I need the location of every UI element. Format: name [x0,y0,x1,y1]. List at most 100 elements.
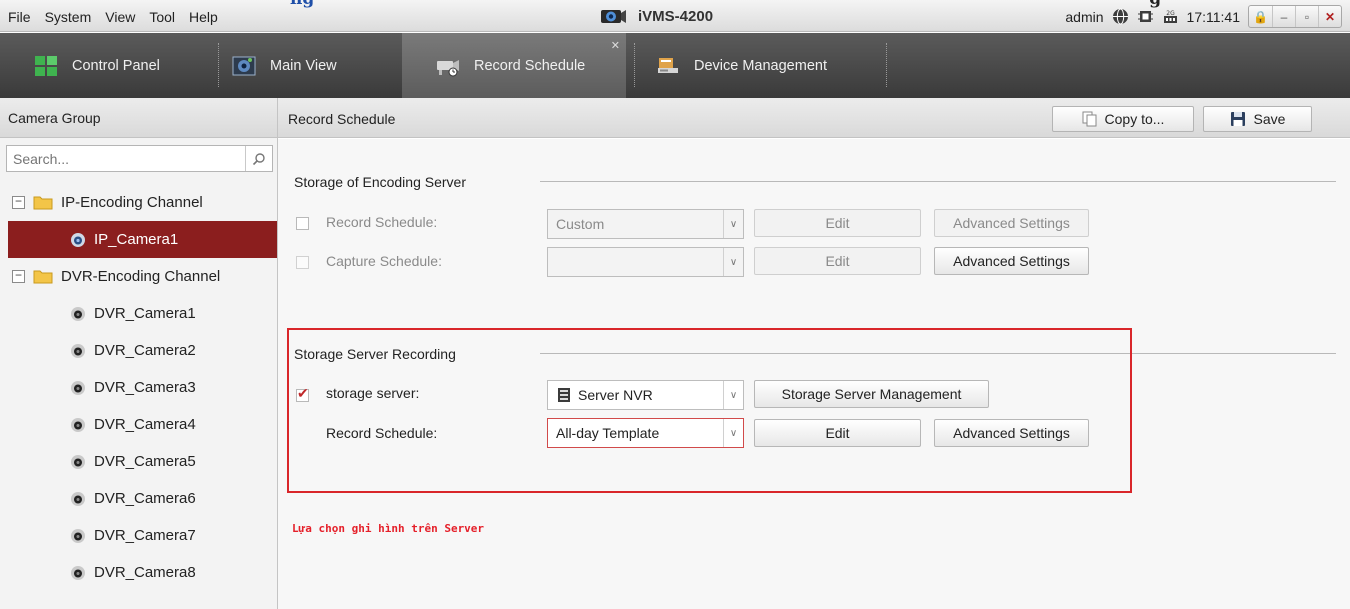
tree-camera-label: DVR_Camera8 [94,564,196,581]
tree-camera-dvr-camera4[interactable]: DVR_Camera4 [0,406,277,443]
user-name: admin [1065,8,1104,25]
tab-close-icon[interactable]: ✕ [611,39,620,52]
record-schedule-checkbox[interactable] [296,217,309,230]
tree-group-ip-encoding[interactable]: − IP-Encoding Channel [0,184,277,221]
device-management-icon [658,57,678,73]
tree-camera-label: DVR_Camera2 [94,342,196,359]
camera-group-title: Camera Group [0,98,277,138]
tab-label: Main View [270,57,337,74]
camera-icon [71,380,85,395]
window-controls: 🔒 – ▫ ✕ [1248,5,1342,28]
app-title-text: iVMS-4200 [638,7,714,25]
page-title: Record Schedule [288,111,396,127]
tree-camera-label: DVR_Camera7 [94,527,196,544]
tab-device-management[interactable]: Device Management [626,33,886,98]
search-icon[interactable] [245,146,272,171]
header-cutoff-text: ngg [290,0,1161,9]
record-schedule-header: Record Schedule Copy to... Save [278,98,1350,138]
app-title: iVMS-4200 [600,7,713,25]
tree-camera-dvr-camera5[interactable]: DVR_Camera5 [0,443,277,480]
memory-icon[interactable]: 2G [1162,8,1179,25]
tree-camera-dvr-camera8[interactable]: DVR_Camera8 [0,554,277,591]
camera-icon [71,417,85,432]
tree-camera-label: DVR_Camera1 [94,305,196,322]
capture-schedule-checkbox[interactable] [296,256,309,269]
tab-main-view[interactable]: Main View [202,33,402,98]
camera-icon [71,491,85,506]
section-divider [540,181,1336,182]
tree-camera-label: IP_Camera1 [94,231,179,248]
tab-record-schedule[interactable]: Record Schedule ✕ [402,33,626,98]
tree-camera-label: DVR_Camera6 [94,490,196,507]
collapse-icon[interactable]: − [12,269,25,283]
camera-icon [71,232,85,247]
tree-group-dvr-encoding[interactable]: − DVR-Encoding Channel [0,258,277,295]
record-schedule-label: Record Schedule: [326,214,438,230]
maximize-icon[interactable]: ▫ [1295,6,1318,27]
menu-file[interactable]: File [8,9,31,25]
tab-label: Device Management [694,57,827,74]
camera-logo-icon [601,10,626,23]
tree-camera-dvr-camera7[interactable]: DVR_Camera7 [0,517,277,554]
tab-control-panel[interactable]: Control Panel [0,33,202,98]
advanced-settings-button[interactable]: Advanced Settings [934,209,1089,237]
camera-group-panel: Camera Group − IP-Encoding Channel IP_Ca… [0,98,278,609]
main-view-icon [232,56,256,75]
tree-camera-dvr-camera3[interactable]: DVR_Camera3 [0,369,277,406]
save-button[interactable]: Save [1203,106,1312,132]
tab-label: Control Panel [72,57,160,74]
folder-icon [33,196,53,210]
clock: 17:11:41 [1186,8,1240,25]
menu-tool[interactable]: Tool [149,9,175,25]
minimize-icon[interactable]: – [1272,6,1295,27]
camera-icon [71,454,85,469]
cpu-icon[interactable] [1137,8,1154,25]
search-input[interactable] [7,146,237,171]
title-bar: ngg File System View Tool Help iVMS-4200… [0,0,1350,32]
menu-help[interactable]: Help [189,9,218,25]
module-tab-bar: Control Panel Main View Record Schedule … [0,33,1350,98]
chevron-down-icon[interactable]: ∨ [723,210,743,238]
control-panel-icon [35,55,57,76]
menu-system[interactable]: System [45,9,92,25]
copy-icon [1082,111,1097,127]
network-icon[interactable] [1112,8,1129,25]
save-label: Save [1253,111,1286,127]
record-schedule-icon [437,59,459,76]
tree-camera-label: DVR_Camera3 [94,379,196,396]
capture-schedule-label: Capture Schedule: [326,253,442,269]
collapse-icon[interactable]: − [12,195,25,209]
select-value: Custom [556,216,605,232]
camera-tree: − IP-Encoding Channel IP_Camera1 − DVR-E… [0,184,277,591]
tree-group-label: DVR-Encoding Channel [61,268,221,285]
record-schedule-select[interactable]: Custom ∨ [547,209,744,239]
tree-camera-label: DVR_Camera4 [94,416,196,433]
camera-icon [71,343,85,358]
copy-to-label: Copy to... [1104,111,1165,127]
tree-camera-ip-camera1[interactable]: IP_Camera1 [8,221,277,258]
tree-camera-dvr-camera2[interactable]: DVR_Camera2 [0,332,277,369]
camera-icon [71,528,85,543]
folder-icon [33,270,53,284]
highlight-box [287,328,1132,493]
tree-camera-dvr-camera1[interactable]: DVR_Camera1 [0,295,277,332]
capture-schedule-select[interactable]: ∨ [547,247,744,277]
edit-button[interactable]: Edit [754,247,921,275]
chevron-down-icon[interactable]: ∨ [723,248,743,276]
tree-camera-label: DVR_Camera5 [94,453,196,470]
tree-camera-dvr-camera6[interactable]: DVR_Camera6 [0,480,277,517]
tree-group-label: IP-Encoding Channel [61,194,203,211]
camera-icon [71,306,85,321]
encoding-section-title: Storage of Encoding Server [294,174,466,190]
menu-view[interactable]: View [105,9,135,25]
edit-button[interactable]: Edit [754,209,921,237]
search-box [6,145,273,172]
lock-icon[interactable]: 🔒 [1249,6,1272,27]
save-icon [1230,112,1245,126]
menu-bar: File System View Tool Help [8,9,218,25]
close-icon[interactable]: ✕ [1318,6,1341,27]
copy-to-button[interactable]: Copy to... [1052,106,1194,132]
svg-text:2G: 2G [1166,10,1175,17]
tab-label: Record Schedule [474,57,586,74]
advanced-settings-button[interactable]: Advanced Settings [934,247,1089,275]
